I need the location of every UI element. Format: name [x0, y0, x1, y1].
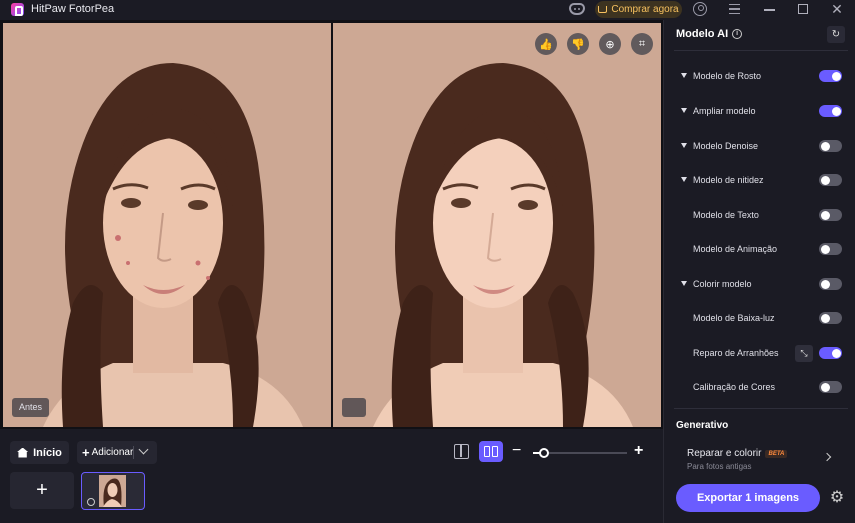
title-bar: HitPaw FotorPea Comprar agora ✕: [0, 0, 855, 20]
generative-title: Generativo: [676, 420, 729, 431]
chevron-right-icon[interactable]: [822, 452, 832, 462]
model-label: Reparo de Arranhões: [693, 348, 779, 358]
expand-triangle-icon[interactable]: [681, 108, 687, 113]
model-label: Modelo de Animação: [693, 244, 778, 254]
model-label: Ampliar modelo: [693, 106, 756, 116]
beta-badge: BETA: [765, 449, 788, 458]
model-row: Ampliar modelo: [664, 101, 855, 121]
info-icon[interactable]: i: [732, 29, 743, 39]
model-label: Modelo de nitidez: [693, 175, 764, 185]
model-toggle[interactable]: [819, 140, 842, 152]
image-thumbnail[interactable]: [81, 472, 145, 510]
gear-icon[interactable]: ⚙: [829, 490, 845, 506]
model-toggle[interactable]: [819, 278, 842, 290]
thumbs-down-icon[interactable]: 👎: [567, 33, 589, 55]
add-label: Adicionar: [91, 447, 134, 458]
zoom-icon[interactable]: ⊕: [599, 33, 621, 55]
divider: [133, 446, 134, 459]
model-row: Modelo de Baixa-luz: [664, 308, 855, 328]
after-photo: 👍 👎 ⊕ ⌗: [333, 23, 661, 427]
panel-title: Modelo AI i: [676, 28, 743, 40]
model-toggle[interactable]: [819, 381, 842, 393]
bottom-bar: Início + Adicionar − + +: [0, 429, 663, 523]
portrait-after: [333, 23, 661, 427]
expand-triangle-icon[interactable]: [681, 177, 687, 182]
magic-wand-icon[interactable]: ⤡: [795, 344, 813, 362]
clock-icon: [87, 498, 95, 506]
thumbnail-preview: [99, 475, 126, 507]
after-label: [342, 398, 366, 417]
side-by-side-icon: [484, 446, 490, 457]
model-row: Modelo de Animação: [664, 239, 855, 259]
home-button[interactable]: Início: [10, 441, 69, 464]
crop-icon[interactable]: ⌗: [631, 33, 653, 55]
zoom-slider-thumb[interactable]: [539, 448, 550, 458]
model-toggle[interactable]: [819, 70, 842, 82]
before-photo: Antes: [3, 23, 331, 427]
divider: [674, 408, 848, 409]
model-row: Modelo de nitidez: [664, 170, 855, 190]
zoom-out-button[interactable]: −: [512, 443, 521, 459]
app-logo: [11, 3, 24, 16]
menu-icon[interactable]: [729, 4, 740, 14]
model-label: Modelo de Baixa-luz: [693, 313, 775, 323]
ai-model-panel: Modelo AI i ↻ Modelo de Rosto Ampliar mod…: [663, 20, 855, 523]
model-toggle[interactable]: [819, 105, 842, 117]
viewer-toolbar: 👍 👎 ⊕ ⌗: [535, 33, 653, 55]
expand-triangle-icon[interactable]: [681, 73, 687, 78]
export-button[interactable]: Exportar 1 imagens: [676, 484, 820, 512]
expand-triangle-icon[interactable]: [681, 143, 687, 148]
model-toggle[interactable]: [819, 174, 842, 186]
home-icon: [17, 447, 29, 458]
add-button[interactable]: + Adicionar: [77, 441, 157, 464]
add-image-tile[interactable]: +: [10, 472, 74, 509]
image-viewer: Antes 👍 👎 ⊕ ⌗: [0, 20, 663, 429]
model-toggle[interactable]: [819, 347, 842, 359]
model-label: Calibração de Cores: [693, 382, 776, 392]
cart-icon: [598, 6, 608, 13]
repair-title: Reparar e colorir: [687, 448, 762, 459]
model-row: Reparo de Arranhões ⤡: [664, 343, 855, 363]
buy-now-button[interactable]: Comprar agora: [595, 1, 682, 18]
split-view-icon[interactable]: [454, 444, 469, 459]
model-row: Colorir modelo: [664, 274, 855, 294]
maximize-icon[interactable]: [798, 4, 808, 14]
home-label: Início: [33, 446, 62, 459]
model-label: Modelo de Rosto: [693, 71, 762, 81]
divider: [674, 50, 848, 51]
model-toggle[interactable]: [819, 312, 842, 324]
repair-subtitle: Para fotos antigas: [687, 462, 752, 471]
expand-triangle-icon[interactable]: [681, 281, 687, 286]
thumbs-up-icon[interactable]: 👍: [535, 33, 557, 55]
model-toggle[interactable]: [819, 209, 842, 221]
model-row: Calibração de Cores: [664, 377, 855, 397]
side-by-side-view-button[interactable]: [479, 441, 503, 462]
user-icon[interactable]: [693, 2, 707, 16]
chevron-down-icon[interactable]: [138, 444, 149, 455]
model-label: Modelo Denoise: [693, 141, 759, 151]
model-label: Colorir modelo: [693, 279, 752, 289]
model-row: Modelo de Rosto: [664, 66, 855, 86]
zoom-in-button[interactable]: +: [634, 443, 643, 459]
close-icon[interactable]: ✕: [830, 2, 844, 16]
reset-icon[interactable]: ↻: [827, 26, 845, 43]
model-row: Modelo Denoise: [664, 136, 855, 156]
discord-icon[interactable]: [569, 3, 585, 15]
app-title: HitPaw FotorPea: [31, 3, 115, 15]
repair-colorize-option[interactable]: Reparar e colorir BETA Para fotos antiga…: [687, 448, 788, 471]
model-toggle[interactable]: [819, 243, 842, 255]
model-label: Modelo de Texto: [693, 210, 759, 220]
panel-title-text: Modelo AI: [676, 28, 729, 40]
side-by-side-icon-part: [492, 446, 498, 457]
before-label: Antes: [12, 398, 50, 417]
zoom-slider[interactable]: [533, 448, 627, 458]
model-row: Modelo de Texto: [664, 205, 855, 225]
plus-icon: +: [82, 445, 90, 460]
buy-now-label: Comprar agora: [611, 4, 679, 15]
minimize-icon[interactable]: [764, 9, 775, 11]
portrait-before: [3, 23, 331, 427]
